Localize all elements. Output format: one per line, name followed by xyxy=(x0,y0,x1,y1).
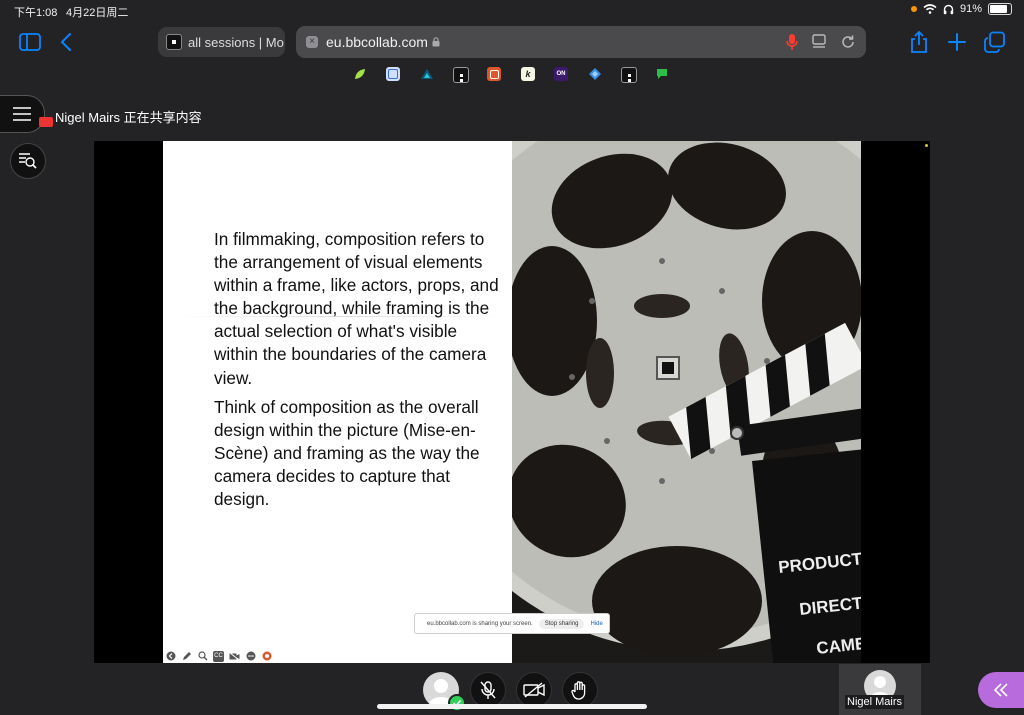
headphones-icon xyxy=(943,4,954,14)
back-tool-icon[interactable] xyxy=(165,651,176,662)
mute-microphone-button[interactable] xyxy=(470,672,506,708)
tab-title: all sessions | Mo xyxy=(188,34,284,50)
new-tab-icon[interactable] xyxy=(946,31,968,53)
magnifier-icon xyxy=(19,153,37,169)
microphone-icon[interactable] xyxy=(786,33,798,51)
orange-bookmark-icon[interactable] xyxy=(487,67,501,81)
back-chevron-icon[interactable] xyxy=(58,32,74,52)
share-message: eu.bbcollab.com is sharing your screen. xyxy=(427,620,533,627)
sidebar-toggle-icon[interactable] xyxy=(18,32,42,52)
status-dot xyxy=(925,144,928,147)
reload-icon[interactable] xyxy=(840,34,856,50)
participant-tile[interactable]: Nigel Mairs xyxy=(839,664,921,715)
session-menu-button[interactable] xyxy=(0,95,45,133)
leaf-bookmark-icon[interactable] xyxy=(353,67,367,81)
zoom-search-button[interactable] xyxy=(10,143,46,179)
hand-icon xyxy=(571,681,586,700)
dark-triangle-bookmark-icon[interactable] xyxy=(420,67,434,81)
film-reel-photo: PRODUCT DIRECT CAME xyxy=(512,141,861,663)
hamburger-icon xyxy=(13,107,31,121)
mic-off-icon xyxy=(480,681,496,699)
presence-check-icon xyxy=(448,694,466,712)
bb-favicon-icon xyxy=(166,34,182,50)
hide-link[interactable]: Hide xyxy=(590,621,602,627)
home-indicator[interactable] xyxy=(377,704,647,709)
url-text: eu.bbcollab.com xyxy=(326,34,428,50)
bb-bookmark-icon-2[interactable] xyxy=(621,67,637,83)
tabs-overview-icon[interactable] xyxy=(984,31,1006,53)
stop-sharing-button[interactable]: Stop sharing xyxy=(538,618,585,629)
presenter-share-label: Nigel Mairs 正在共享内容 xyxy=(55,110,202,125)
status-right: 91% xyxy=(910,3,1012,15)
participant-name: Nigel Mairs xyxy=(845,695,905,709)
blue-square-bookmark-icon[interactable] xyxy=(386,67,400,81)
reader-icon[interactable] xyxy=(812,34,826,50)
sharing-indicator-icon xyxy=(39,117,53,127)
orange-dot-icon xyxy=(910,6,917,12)
tab-all-sessions[interactable]: all sessions | Mo xyxy=(158,27,285,57)
battery-icon xyxy=(988,3,1012,15)
status-date: 4月22日周二 xyxy=(66,7,129,19)
lock-icon xyxy=(432,37,440,47)
open-panel-button[interactable] xyxy=(978,672,1024,708)
bb-bookmark-icon[interactable] xyxy=(453,67,469,83)
double-chevron-left-icon xyxy=(993,683,1008,697)
zoom-tool-icon[interactable] xyxy=(197,651,208,662)
blue-diamond-bookmark-icon[interactable] xyxy=(588,67,602,81)
wifi-icon xyxy=(923,4,937,14)
slide-paragraph-2: Think of composition as the overall desi… xyxy=(214,396,480,510)
camera-toggle-button[interactable] xyxy=(516,672,552,708)
slide-text: In filmmaking, composition refers to the… xyxy=(214,228,504,517)
raise-hand-button[interactable] xyxy=(562,672,598,708)
pencil-tool-icon[interactable] xyxy=(181,651,192,662)
video-off-tool-icon[interactable] xyxy=(229,651,240,662)
k-bookmark-icon[interactable]: k xyxy=(521,67,535,81)
green-chat-bookmark-icon[interactable] xyxy=(655,67,669,81)
more-tool-icon[interactable] xyxy=(245,651,256,662)
on-bookmark-icon[interactable]: ON xyxy=(554,67,568,81)
battery-percent: 91% xyxy=(959,3,982,15)
status-bar: 下午1:08 4月22日周二 91% xyxy=(0,0,1024,22)
slide-paragraph-1: In filmmaking, composition refers to the… xyxy=(214,229,499,388)
share-icon[interactable] xyxy=(908,30,930,54)
address-bar[interactable]: × eu.bbcollab.com xyxy=(296,26,866,58)
close-tab-icon[interactable]: × xyxy=(306,36,318,48)
camera-off-icon xyxy=(523,682,545,698)
status-time: 下午1:08 xyxy=(14,7,58,19)
record-tool-icon[interactable] xyxy=(261,651,272,662)
slide-tools: CC xyxy=(165,650,272,662)
screen-share-notification: eu.bbcollab.com is sharing your screen. … xyxy=(414,613,610,634)
captions-button[interactable]: CC xyxy=(213,650,224,662)
